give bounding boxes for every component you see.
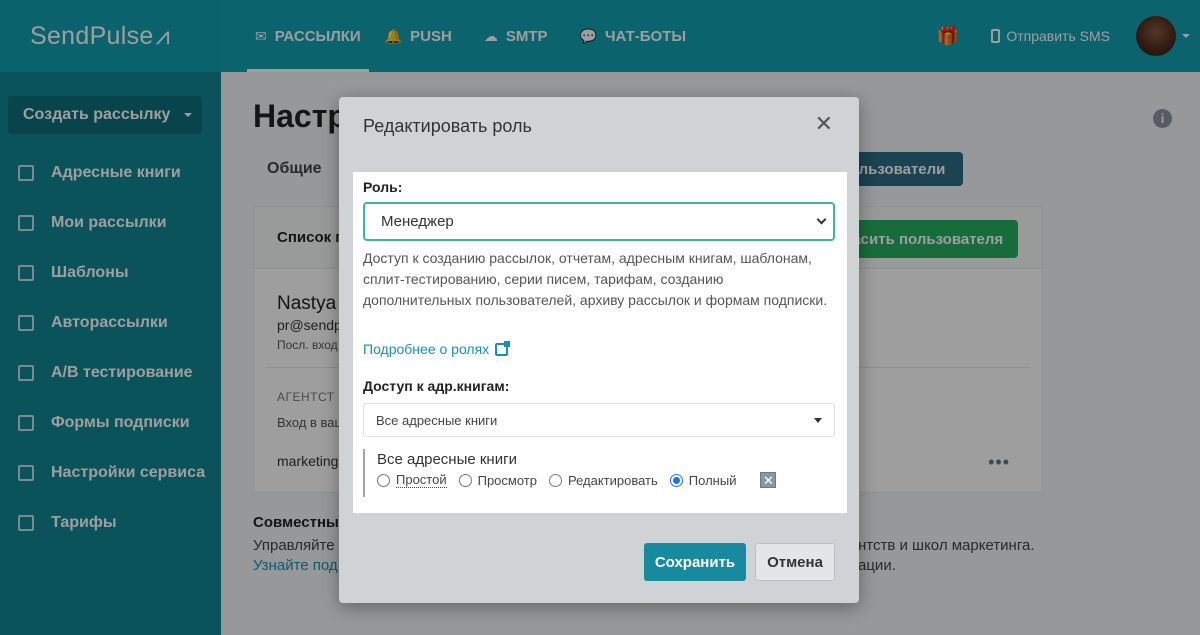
role-select[interactable]: Менеджер — [363, 202, 835, 241]
cancel-button[interactable]: Отмена — [755, 543, 835, 581]
modal-title: Редактировать роль — [363, 116, 532, 136]
remove-icon[interactable]: ✕ — [760, 472, 777, 488]
book-access-label: Доступ к адр.книгам: — [363, 378, 510, 394]
save-button[interactable]: Сохранить — [644, 543, 746, 581]
permission-options: Простой Просмотр Редактировать Полный ✕ — [377, 472, 835, 488]
perm-option-full[interactable]: Полный — [669, 472, 737, 488]
role-description: Доступ к созданию рассылок, отчетам, адр… — [363, 250, 828, 308]
perm-option-label: Полный — [688, 472, 737, 488]
role-label: Роль: — [363, 179, 403, 195]
perm-option-view[interactable]: Просмотр — [458, 472, 537, 488]
address-book-select[interactable]: Все адресные книги — [363, 403, 835, 437]
external-link-icon — [495, 340, 511, 356]
role-select-value: Менеджер — [381, 213, 454, 230]
roles-help-link[interactable]: Подробнее о ролях — [363, 340, 511, 357]
perm-option-simple[interactable]: Простой — [377, 472, 447, 488]
radio-icon — [377, 473, 390, 487]
radio-icon — [548, 473, 562, 487]
caret-down-icon — [814, 418, 822, 423]
edit-role-modal: Редактировать роль ✕ Роль: Менеджер Дост… — [339, 97, 859, 603]
close-icon[interactable]: ✕ — [815, 113, 833, 135]
modal-body: Роль: Менеджер Доступ к созданию рассыло… — [353, 172, 847, 513]
permission-block: Все адресные книги Простой Просмотр Реда… — [363, 449, 835, 497]
perm-option-label: Редактировать — [567, 472, 658, 488]
perm-option-label: Простой — [396, 472, 447, 488]
perm-option-label: Просмотр — [477, 472, 537, 488]
radio-selected-icon — [669, 473, 683, 487]
roles-help-label: Подробнее о ролях — [363, 341, 490, 357]
chevron-down-icon — [816, 214, 827, 225]
perm-option-edit[interactable]: Редактировать — [548, 472, 658, 488]
radio-icon — [458, 473, 472, 487]
address-book-select-value: Все адресные книги — [376, 412, 498, 428]
permission-title: Все адресные книги — [377, 451, 517, 468]
